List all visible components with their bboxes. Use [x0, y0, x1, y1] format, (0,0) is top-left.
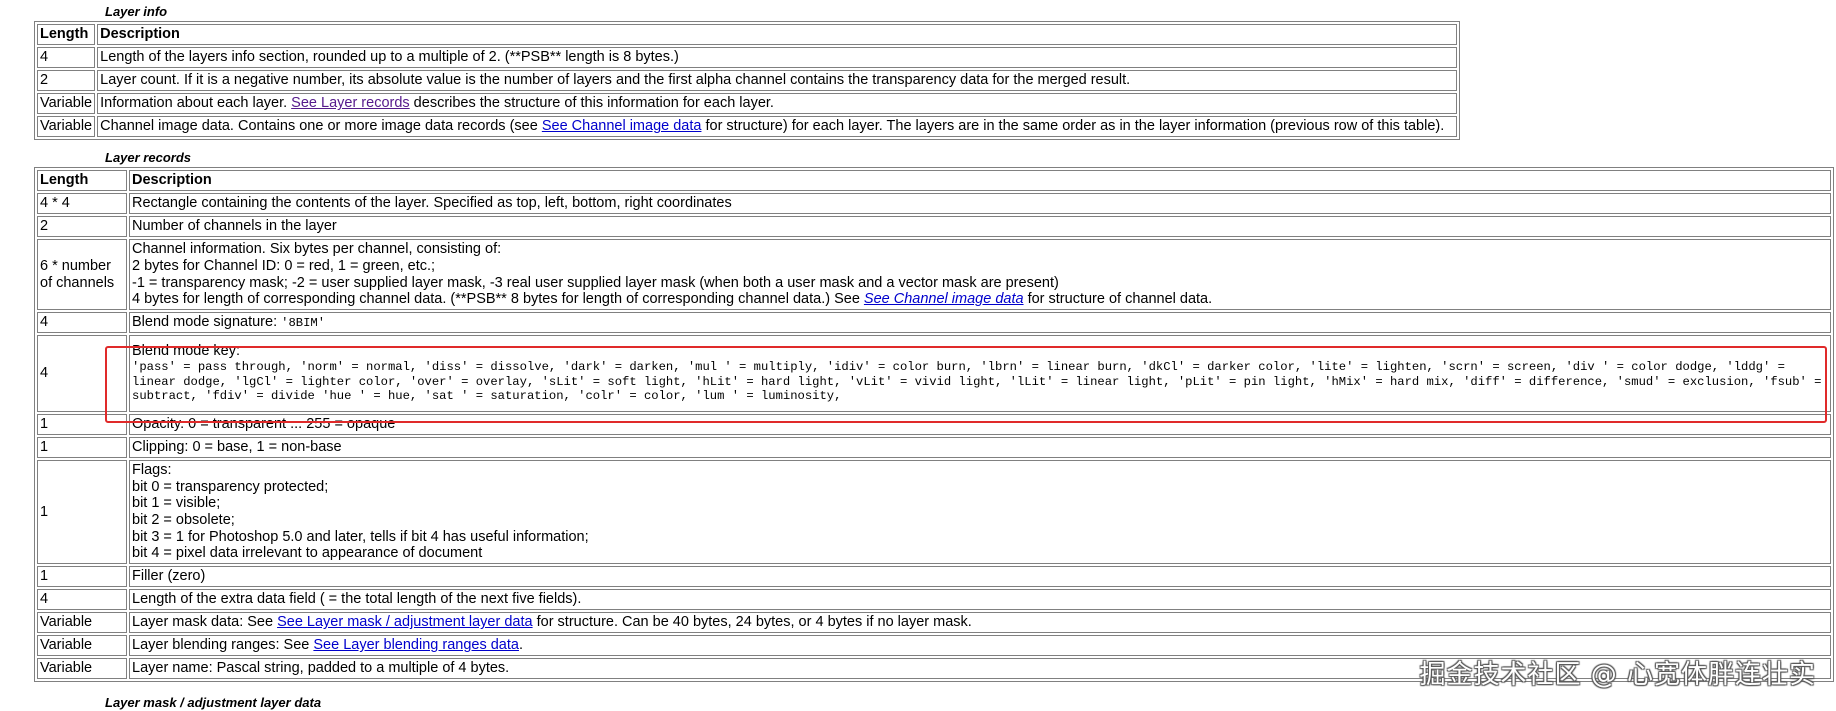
desc-text: Blend mode signature:: [132, 314, 282, 331]
blending-ranges-link[interactable]: See Layer blending ranges data: [313, 637, 519, 653]
cell-description: Length of the layers info section, round…: [97, 47, 1457, 68]
cell-length: Variable: [37, 612, 127, 634]
cell-length: 4: [37, 47, 96, 68]
cell-description: Clipping: 0 = base, 1 = non-base: [129, 437, 1831, 458]
cell-description: Blend mode key: 'pass' = pass through, '…: [129, 335, 1831, 412]
channel-image-data-link[interactable]: See Channel image data: [542, 118, 702, 134]
header-description: Description: [129, 170, 1831, 191]
cell-length: Variable: [37, 116, 96, 137]
cell-description: Layer blending ranges: See See Layer ble…: [129, 635, 1831, 657]
layer-records-table: Length Description 4 * 4 Rectangle conta…: [34, 167, 1834, 683]
cell-length: Variable: [37, 635, 127, 657]
table-header-row: Length Description: [37, 170, 1831, 191]
cell-description: Filler (zero): [129, 566, 1831, 588]
cell-description: Layer count. If it is a negative number,…: [97, 70, 1457, 91]
cell-length: 2: [37, 216, 127, 237]
header-description: Description: [97, 24, 1457, 45]
cell-length: 1: [37, 414, 127, 435]
desc-text: .: [518, 637, 523, 654]
desc-line: Channel information. Six bytes per chann…: [132, 241, 502, 258]
flags-line: bit 0 = transparency protected;: [132, 478, 329, 495]
cell-length: 4: [37, 312, 127, 333]
desc-text: for structure. Can be 40 bytes, 24 bytes…: [532, 614, 972, 631]
cell-description: Length of the extra data field ( = the t…: [129, 589, 1831, 611]
layer-info-table: Length Description 4 Length of the layer…: [34, 21, 1460, 140]
blend-mode-keys: 'pass' = pass through, 'norm' = normal, …: [132, 360, 1822, 404]
layer-info-caption: Layer info: [105, 4, 168, 19]
table-row: 1 Clipping: 0 = base, 1 = non-base: [37, 437, 1831, 458]
flags-line: bit 1 = visible;: [132, 495, 221, 512]
desc-text: for structure) for each layer. The layer…: [701, 118, 1445, 135]
cell-length: Variable: [37, 93, 96, 114]
flags-line: bit 4 = pixel data irrelevant to appeara…: [132, 545, 483, 562]
layer-mask-link[interactable]: See Layer mask / adjustment layer data: [277, 614, 533, 630]
cell-length: 1: [37, 460, 127, 565]
table-row: 4 * 4 Rectangle containing the contents …: [37, 193, 1831, 214]
flags-line: bit 3 = 1 for Photoshop 5.0 and later, t…: [132, 528, 589, 545]
desc-text: Channel image data. Contains one or more…: [100, 118, 542, 135]
desc-text: Information about each layer.: [100, 95, 292, 112]
cell-description: Layer mask data: See See Layer mask / ad…: [129, 612, 1831, 634]
cell-length: 6 * number of channels: [37, 239, 127, 310]
table-row: Variable Information about each layer. S…: [37, 93, 1457, 114]
flags-line: bit 2 = obsolete;: [132, 512, 235, 529]
signature-code: '8BIM': [281, 316, 326, 331]
desc-text: Layer mask data: See: [132, 614, 278, 631]
cell-description: Number of channels in the layer: [129, 216, 1831, 237]
layer-records-link[interactable]: See Layer records: [291, 95, 409, 111]
watermark-text: 掘金技术社区 @ 心宽体胖连壮实: [1419, 660, 1816, 691]
desc-text: for structure of channel data.: [1023, 291, 1213, 308]
table-row: 4 Blend mode signature: '8BIM': [37, 312, 1831, 333]
cell-length: Variable: [37, 658, 127, 680]
table-row: 1 Flags: bit 0 = transparency protected;…: [37, 460, 1831, 565]
cell-description: Flags: bit 0 = transparency protected; b…: [129, 460, 1831, 565]
table-row: 2 Number of channels in the layer: [37, 216, 1831, 237]
table-row: Variable Layer blending ranges: See See …: [37, 635, 1831, 657]
cell-description: Rectangle containing the contents of the…: [129, 193, 1831, 214]
table-row: 6 * number of channels Channel informati…: [37, 239, 1831, 310]
cell-length: 1: [37, 437, 127, 458]
header-length: Length: [37, 170, 127, 191]
cell-length: 4: [37, 335, 127, 412]
cell-description: Information about each layer. See Layer …: [97, 93, 1457, 114]
desc-line: -1 = transparency mask; -2 = user suppli…: [132, 274, 1059, 291]
cell-length: 4 * 4: [37, 193, 127, 214]
table-row: Variable Layer mask data: See See Layer …: [37, 612, 1831, 634]
cell-length: 1: [37, 566, 127, 588]
table-row: 4 Length of the layers info section, rou…: [37, 47, 1457, 68]
header-length: Length: [37, 24, 96, 45]
table-row: Variable Channel image data. Contains on…: [37, 116, 1457, 137]
cell-description: Blend mode signature: '8BIM': [129, 312, 1831, 333]
desc-text: Layer blending ranges: See: [132, 637, 314, 654]
cell-description: Opacity. 0 = transparent ... 255 = opaqu…: [129, 414, 1831, 435]
cell-description: Channel image data. Contains one or more…: [97, 116, 1457, 137]
cell-length: 4: [37, 589, 127, 611]
layer-mask-caption: Layer mask / adjustment layer data: [105, 695, 322, 710]
desc-text: 4 bytes for length of corresponding chan…: [132, 291, 864, 308]
table-header-row: Length Description: [37, 24, 1457, 45]
table-row: 4 Blend mode key: 'pass' = pass through,…: [37, 335, 1831, 412]
layer-records-caption: Layer records: [105, 150, 191, 165]
desc-line: 2 bytes for Channel ID: 0 = red, 1 = gre…: [132, 257, 436, 274]
flags-line: Flags:: [132, 462, 172, 478]
cell-description: Channel information. Six bytes per chann…: [129, 239, 1831, 310]
table-row: 1 Opacity. 0 = transparent ... 255 = opa…: [37, 414, 1831, 435]
table-row: 1 Filler (zero): [37, 566, 1831, 588]
blend-mode-title: Blend mode key:: [132, 343, 241, 360]
desc-text: describes the structure of this informat…: [409, 95, 774, 112]
table-row: 2 Layer count. If it is a negative numbe…: [37, 70, 1457, 91]
channel-image-data-link[interactable]: See Channel image data: [864, 291, 1024, 307]
table-row: 4 Length of the extra data field ( = the…: [37, 589, 1831, 611]
cell-length: 2: [37, 70, 96, 91]
